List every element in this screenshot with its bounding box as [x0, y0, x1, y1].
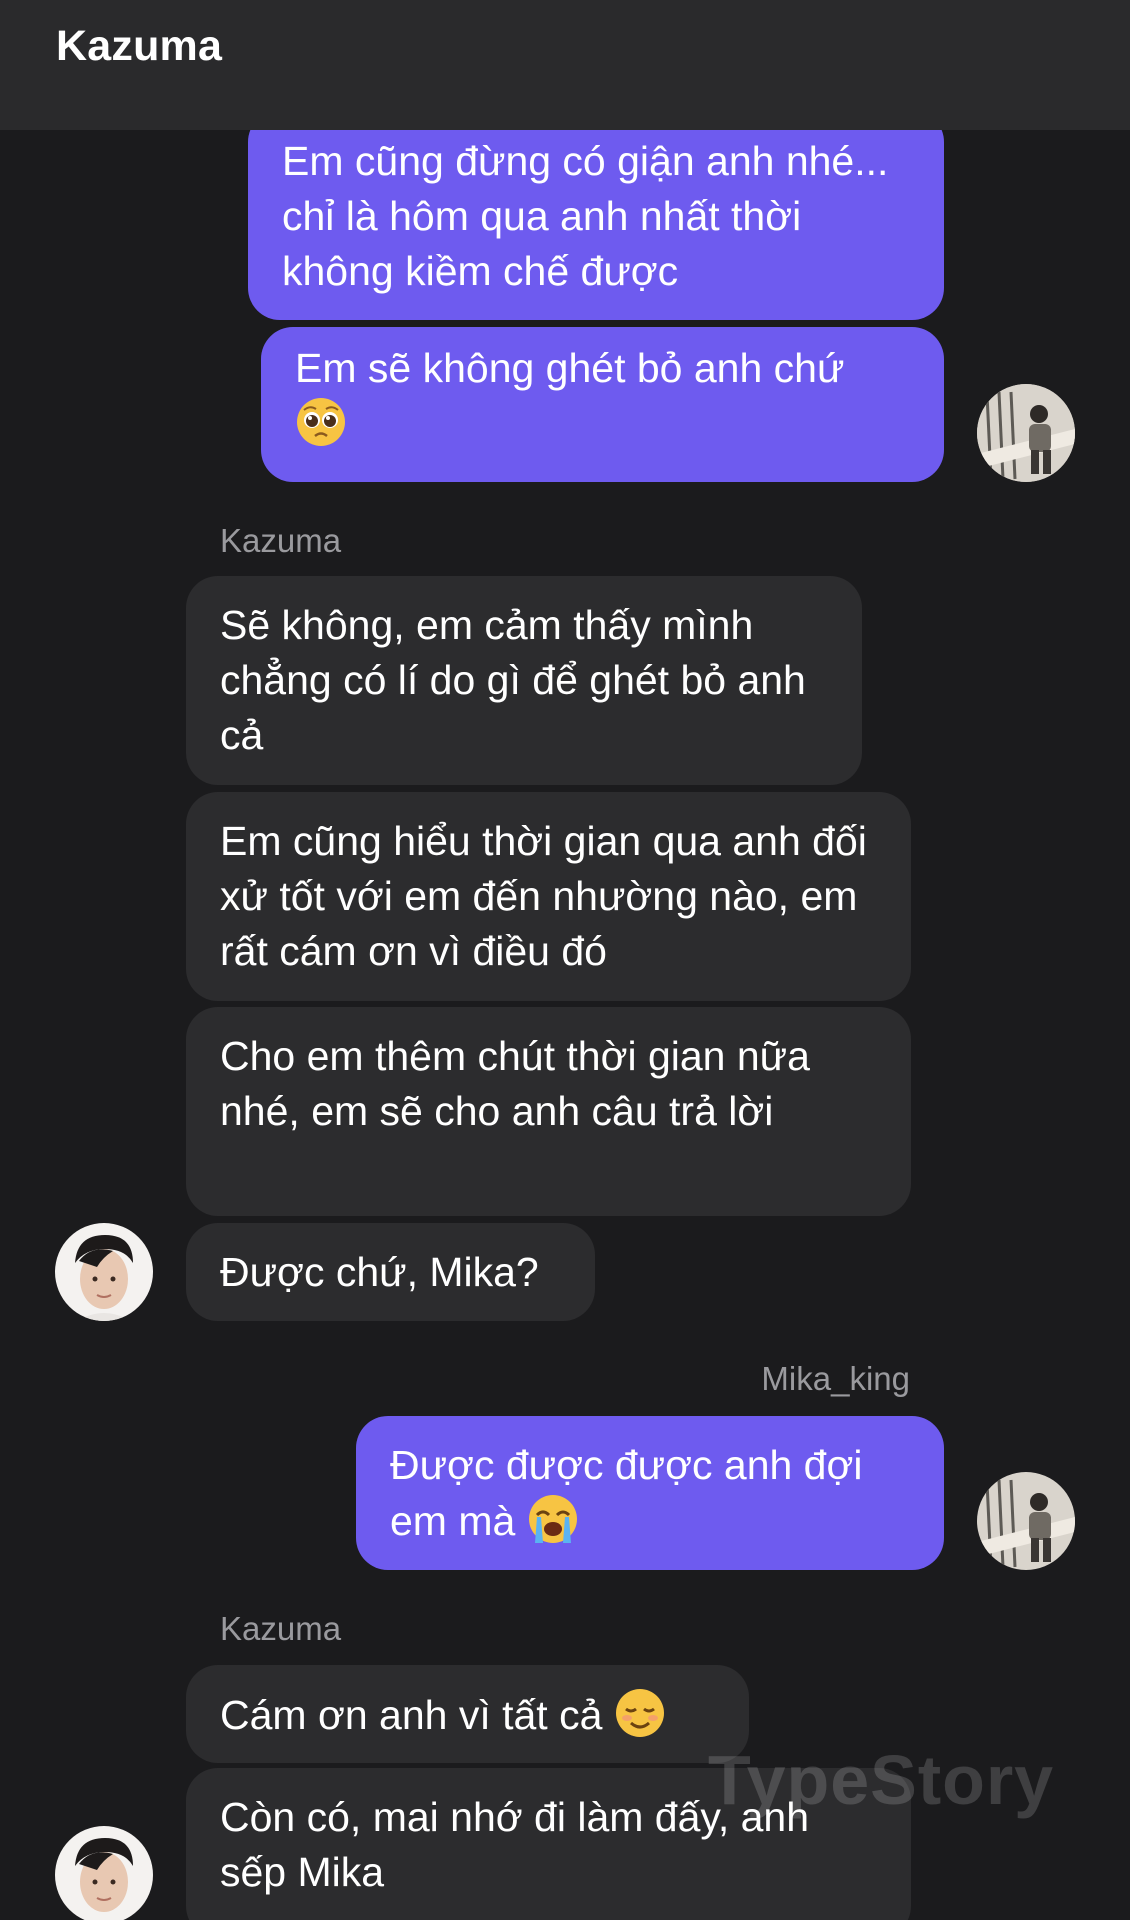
message-text: Còn có, mai nhớ đi làm đấy, anh sếp Mika	[220, 1794, 810, 1895]
message-bubble-sent[interactable]: Em sẽ không ghét bỏ anh chứ	[261, 327, 944, 482]
message-text: Cho em thêm chút thời gian nữa nhé, em s…	[220, 1033, 810, 1134]
message-text: Em sẽ không ghét bỏ anh chứ	[295, 345, 845, 391]
message-text: Được chứ, Mika?	[220, 1249, 539, 1295]
message-bubble-received[interactable]: Được chứ, Mika?	[186, 1223, 595, 1321]
message-bubble-received[interactable]: Cám ơn anh vì tất cả	[186, 1665, 749, 1763]
user-avatar[interactable]	[977, 384, 1075, 482]
message-text: Em cũng hiểu thời gian qua anh đối xử tố…	[220, 818, 867, 974]
contact-avatar[interactable]	[55, 1223, 153, 1321]
message-bubble-received[interactable]: Em cũng hiểu thời gian qua anh đối xử tố…	[186, 792, 911, 1001]
chat-title[interactable]: Kazuma	[56, 22, 222, 71]
loudly-crying-face-icon	[527, 1493, 579, 1545]
smiling-face-icon	[614, 1687, 666, 1739]
message-text: Cám ơn anh vì tất cả	[220, 1692, 603, 1738]
user-avatar[interactable]	[977, 1472, 1075, 1570]
message-text: Em cũng đừng có giận anh nhé... chỉ là h…	[282, 138, 889, 294]
message-bubble-sent[interactable]: Được được được anh đợi em mà	[356, 1416, 944, 1570]
message-text: Được được được anh đợi em mà	[390, 1442, 863, 1544]
chat-screen: Kazuma Em cũng đừng có giận anh nhé... c…	[0, 0, 1130, 1920]
message-text: Sẽ không, em cảm thấy mình chẳng có lí d…	[220, 602, 806, 758]
contact-avatar[interactable]	[55, 1826, 153, 1920]
message-bubble-received[interactable]: Sẽ không, em cảm thấy mình chẳng có lí d…	[186, 576, 862, 785]
message-bubble-received[interactable]: Cho em thêm chút thời gian nữa nhé, em s…	[186, 1007, 911, 1216]
sender-name: Kazuma	[220, 522, 342, 559]
message-bubble-received[interactable]: Còn có, mai nhớ đi làm đấy, anh sếp Mika	[186, 1768, 911, 1920]
pleading-face-icon	[295, 396, 347, 448]
sender-name: Mika_king	[761, 1360, 910, 1397]
chat-header: Kazuma	[0, 0, 1130, 130]
sender-name: Kazuma	[220, 1610, 342, 1647]
message-bubble-sent[interactable]: Em cũng đừng có giận anh nhé... chỉ là h…	[248, 110, 944, 320]
